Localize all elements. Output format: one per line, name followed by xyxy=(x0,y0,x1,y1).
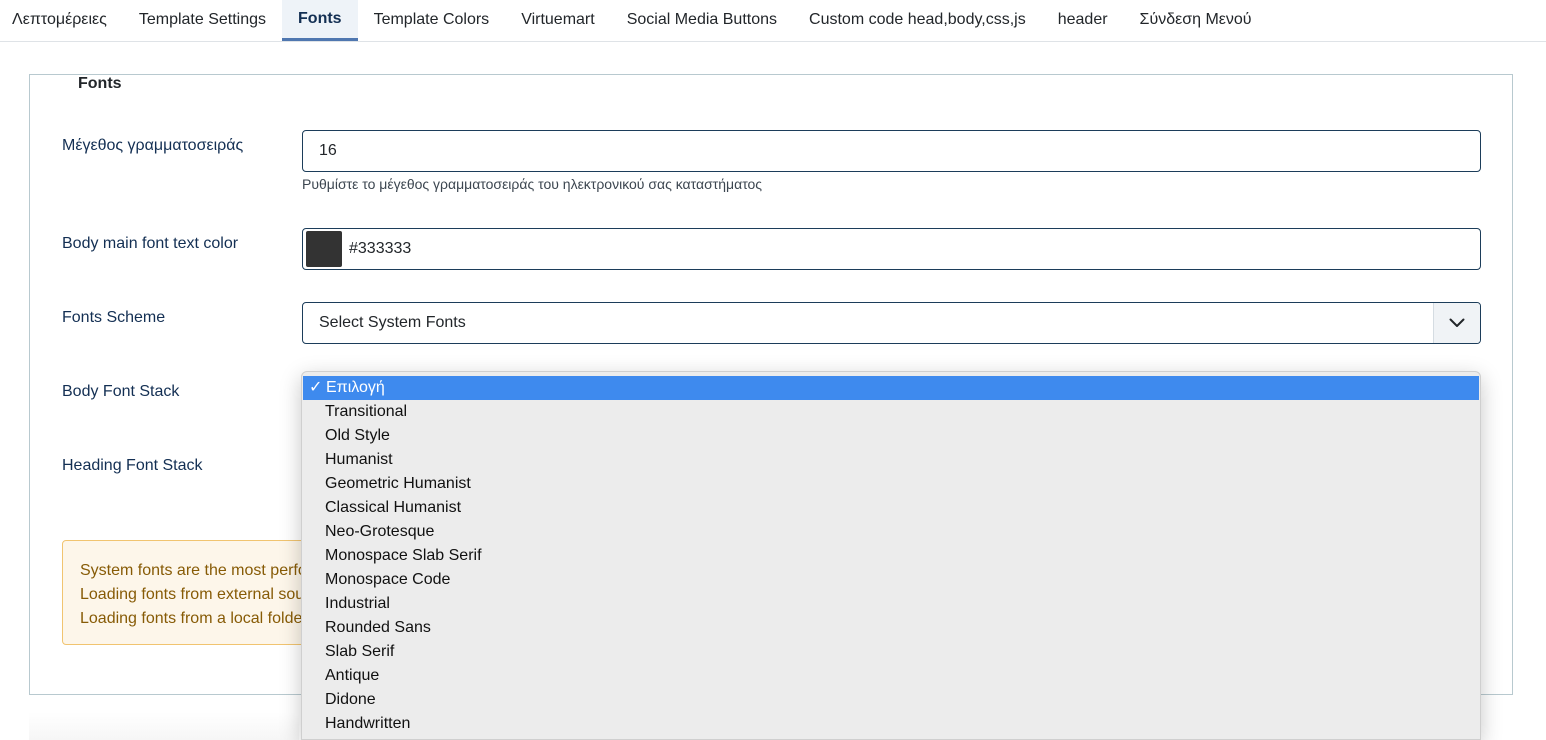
checkmark-icon: ✓ xyxy=(309,379,323,396)
dropdown-option-selected[interactable]: ✓ Επιλογή xyxy=(303,376,1479,400)
font-size-value: 16 xyxy=(319,142,337,159)
tab-template-settings[interactable]: Template Settings xyxy=(123,0,282,41)
chevron-down-icon xyxy=(1449,318,1465,327)
fonts-scheme-label: Fonts Scheme xyxy=(62,309,166,326)
dropdown-option[interactable]: Monospace Code xyxy=(302,568,1480,592)
body-font-stack-dropdown[interactable]: ✓ Επιλογή Transitional Old Style Humanist… xyxy=(301,371,1481,740)
dropdown-option[interactable]: Neo-Grotesque xyxy=(302,520,1480,544)
tab-bar: Λεπτομέρειες Template Settings Fonts Tem… xyxy=(0,0,1546,42)
dropdown-option[interactable]: Geometric Humanist xyxy=(302,472,1480,496)
tab-menu-link[interactable]: Σύνδεση Μενού xyxy=(1124,0,1268,41)
font-size-help-text: Ρυθμίστε το μέγεθος γραμματοσειράς του η… xyxy=(302,176,763,192)
dropdown-option[interactable]: Handwritten xyxy=(302,712,1480,736)
dropdown-option[interactable]: Didone xyxy=(302,688,1480,712)
dropdown-option[interactable]: Rounded Sans xyxy=(302,616,1480,640)
fonts-scheme-select[interactable]: Select System Fonts xyxy=(302,302,1481,344)
dropdown-option[interactable]: Industrial xyxy=(302,592,1480,616)
tab-virtuemart[interactable]: Virtuemart xyxy=(505,0,611,41)
tab-custom-code[interactable]: Custom code head,body,css,js xyxy=(793,0,1042,41)
dropdown-option[interactable]: Classical Humanist xyxy=(302,496,1480,520)
dropdown-option[interactable]: Slab Serif xyxy=(302,640,1480,664)
tab-details[interactable]: Λεπτομέρειες xyxy=(0,0,123,41)
fonts-scheme-selected: Select System Fonts xyxy=(319,314,466,331)
dropdown-option[interactable]: Monospace Slab Serif xyxy=(302,544,1480,568)
tab-header[interactable]: header xyxy=(1042,0,1124,41)
dropdown-option[interactable]: Old Style xyxy=(302,424,1480,448)
bottom-shadow xyxy=(29,712,299,740)
font-size-label: Μέγεθος γραμματοσειράς xyxy=(62,137,244,154)
body-color-value: #333333 xyxy=(349,240,412,257)
option-label: Επιλογή xyxy=(326,379,385,396)
heading-font-stack-label: Heading Font Stack xyxy=(62,457,203,474)
body-color-input[interactable]: #333333 xyxy=(302,228,1481,270)
body-font-stack-label: Body Font Stack xyxy=(62,383,180,400)
fieldset-legend: Fonts xyxy=(64,75,136,93)
tab-template-colors[interactable]: Template Colors xyxy=(358,0,506,41)
dropdown-option[interactable]: Transitional xyxy=(302,400,1480,424)
tab-fonts[interactable]: Fonts xyxy=(282,0,358,41)
font-size-input[interactable]: 16 xyxy=(302,130,1481,172)
color-swatch[interactable] xyxy=(306,231,342,267)
fonts-scheme-toggle[interactable] xyxy=(1433,303,1480,343)
dropdown-option[interactable]: Antique xyxy=(302,664,1480,688)
body-color-label: Body main font text color xyxy=(62,235,239,252)
tab-social-media-buttons[interactable]: Social Media Buttons xyxy=(611,0,793,41)
dropdown-option[interactable]: Humanist xyxy=(302,448,1480,472)
